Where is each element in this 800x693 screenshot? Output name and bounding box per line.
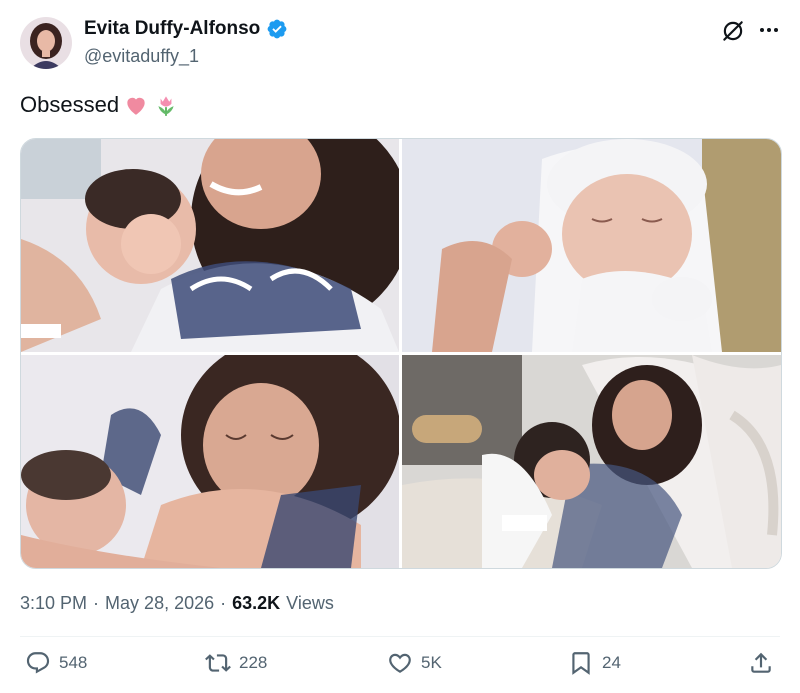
action-bar: 548 228 5K 24 [20,650,780,690]
tweet-text-content: Obsessed [20,92,120,117]
tweet-text: Obsessed [20,92,179,118]
like-count: 5K [421,653,442,672]
retweet-count: 228 [239,653,268,672]
separator-dot: · [220,593,227,613]
share-icon [751,652,771,673]
avatar[interactable] [20,17,72,69]
tweet-meta: 3:10 PM · May 28, 2026 · 63.2K Views [20,593,334,614]
like-button[interactable]: 5K [387,650,442,676]
tulip-emoji-icon [153,92,179,118]
tweet-date[interactable]: May 28, 2026 [105,593,214,614]
photo-2[interactable] [402,139,781,352]
reply-count: 548 [59,653,88,672]
reply-icon [26,652,50,674]
views-label: Views [286,593,334,613]
heart-icon [389,653,411,673]
photo-3[interactable] [21,355,399,568]
bookmark-count: 24 [602,653,621,672]
share-button[interactable] [748,650,774,676]
pink-heart-emoji-icon [123,92,149,118]
more-options-icon[interactable] [757,18,781,42]
photo-4[interactable] [402,355,781,568]
retweet-button[interactable]: 228 [205,650,267,676]
grok-icon[interactable] [720,18,746,44]
tweet-time[interactable]: 3:10 PM [20,593,87,614]
verified-badge-icon[interactable] [266,18,288,40]
reply-button[interactable]: 548 [25,650,87,676]
separator-dot: · [93,593,100,613]
author-display-name[interactable]: Evita Duffy-Alfonso [84,18,260,40]
bookmark-button[interactable]: 24 [568,650,621,676]
divider [20,636,780,637]
photo-1[interactable] [21,139,399,352]
views-count: 63.2K [232,593,281,613]
author-handle[interactable]: @evitaduffy_1 [84,46,199,67]
bookmark-icon [572,652,590,675]
retweet-icon [205,654,231,672]
media-grid [20,138,782,569]
